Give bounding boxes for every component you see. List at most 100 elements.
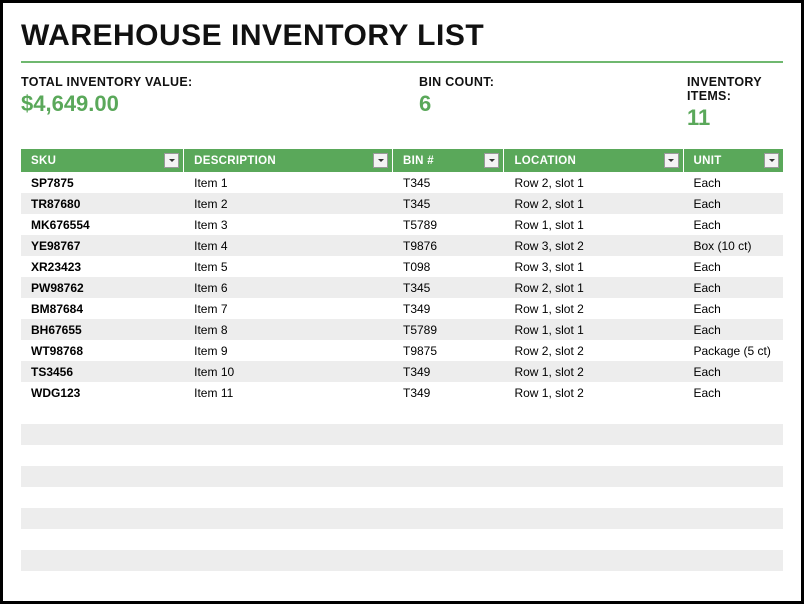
cell-unit: Package (5 ct) — [683, 340, 783, 361]
cell-bin: T5789 — [393, 319, 504, 340]
table-row[interactable]: BM87684Item 7T349Row 1, slot 2Each — [21, 298, 783, 319]
empty-cell — [184, 424, 393, 445]
empty-cell — [504, 550, 683, 571]
title-divider — [21, 61, 783, 63]
cell-sku: XR23423 — [21, 256, 184, 277]
empty-row — [21, 445, 783, 466]
cell-sku: TR87680 — [21, 193, 184, 214]
cell-unit: Each — [683, 214, 783, 235]
cell-unit: Each — [683, 382, 783, 403]
cell-sku: WT98768 — [21, 340, 184, 361]
empty-cell — [184, 529, 393, 550]
table-row[interactable]: WDG123Item 11T349Row 1, slot 2Each — [21, 382, 783, 403]
header-sku-label: SKU — [31, 155, 56, 167]
summary-bin-label: BIN COUNT: — [419, 75, 687, 89]
empty-cell — [683, 445, 783, 466]
cell-unit: Each — [683, 172, 783, 193]
cell-description: Item 8 — [184, 319, 393, 340]
cell-location: Row 1, slot 1 — [504, 214, 683, 235]
empty-cell — [683, 550, 783, 571]
table-row[interactable]: BH67655Item 8T5789Row 1, slot 1Each — [21, 319, 783, 340]
empty-cell — [504, 571, 683, 592]
empty-row — [21, 466, 783, 487]
cell-description: Item 11 — [184, 382, 393, 403]
cell-sku: SP7875 — [21, 172, 184, 193]
summary-bin-value: 6 — [419, 91, 687, 117]
cell-description: Item 3 — [184, 214, 393, 235]
empty-cell — [184, 445, 393, 466]
filter-dropdown-icon[interactable] — [764, 153, 779, 168]
filter-dropdown-icon[interactable] — [373, 153, 388, 168]
cell-sku: TS3456 — [21, 361, 184, 382]
table-row[interactable]: SP7875Item 1T345Row 2, slot 1Each — [21, 172, 783, 193]
cell-location: Row 1, slot 2 — [504, 298, 683, 319]
empty-cell — [393, 445, 504, 466]
table-row[interactable]: TR87680Item 2T345Row 2, slot 1Each — [21, 193, 783, 214]
cell-unit: Each — [683, 361, 783, 382]
inventory-table: SKU DESCRIPTION BIN # LOCATION UNIT SP78… — [21, 149, 783, 592]
empty-row — [21, 529, 783, 550]
cell-location: Row 2, slot 1 — [504, 193, 683, 214]
summary-items: INVENTORY ITEMS: 11 — [687, 75, 783, 131]
summary-bin: BIN COUNT: 6 — [419, 75, 687, 131]
summary-total-label: TOTAL INVENTORY VALUE: — [21, 75, 419, 89]
empty-cell — [21, 571, 184, 592]
empty-cell — [21, 529, 184, 550]
table-row[interactable]: MK676554Item 3T5789Row 1, slot 1Each — [21, 214, 783, 235]
cell-description: Item 9 — [184, 340, 393, 361]
header-unit: UNIT — [684, 149, 784, 172]
table-row[interactable]: YE98767Item 4T9876Row 3, slot 2Box (10 c… — [21, 235, 783, 256]
empty-row — [21, 550, 783, 571]
cell-bin: T349 — [393, 361, 504, 382]
cell-location: Row 1, slot 1 — [504, 319, 683, 340]
cell-location: Row 3, slot 1 — [504, 256, 683, 277]
empty-cell — [21, 508, 184, 529]
cell-description: Item 2 — [184, 193, 393, 214]
cell-unit: Each — [683, 319, 783, 340]
empty-cell — [683, 571, 783, 592]
empty-cell — [184, 550, 393, 571]
cell-bin: T5789 — [393, 214, 504, 235]
filter-dropdown-icon[interactable] — [664, 153, 679, 168]
empty-cell — [683, 529, 783, 550]
table-row[interactable]: XR23423Item 5T098Row 3, slot 1Each — [21, 256, 783, 277]
summary-total-value: $4,649.00 — [21, 91, 419, 117]
empty-cell — [683, 466, 783, 487]
empty-cell — [683, 424, 783, 445]
empty-row — [21, 424, 783, 445]
cell-description: Item 7 — [184, 298, 393, 319]
empty-cell — [184, 571, 393, 592]
empty-row — [21, 487, 783, 508]
empty-cell — [393, 550, 504, 571]
empty-cell — [393, 466, 504, 487]
empty-cell — [21, 550, 184, 571]
empty-row — [21, 508, 783, 529]
header-unit-label: UNIT — [694, 155, 722, 167]
cell-unit: Each — [683, 277, 783, 298]
header-sku: SKU — [21, 149, 184, 172]
empty-cell — [504, 508, 683, 529]
summary-items-label: INVENTORY ITEMS: — [687, 75, 783, 103]
empty-cell — [504, 466, 683, 487]
header-bin: BIN # — [393, 149, 504, 172]
table-row[interactable]: WT98768Item 9T9875Row 2, slot 2Package (… — [21, 340, 783, 361]
table-row[interactable]: TS3456Item 10T349Row 1, slot 2Each — [21, 361, 783, 382]
filter-dropdown-icon[interactable] — [164, 153, 179, 168]
table-row[interactable]: PW98762Item 6T345Row 2, slot 1Each — [21, 277, 783, 298]
cell-description: Item 1 — [184, 172, 393, 193]
empty-cell — [184, 487, 393, 508]
empty-cell — [504, 529, 683, 550]
cell-sku: PW98762 — [21, 277, 184, 298]
filter-dropdown-icon[interactable] — [484, 153, 499, 168]
empty-cell — [21, 445, 184, 466]
cell-unit: Each — [683, 256, 783, 277]
summary-items-value: 11 — [687, 105, 783, 131]
empty-cell — [393, 571, 504, 592]
empty-row — [21, 571, 783, 592]
cell-sku: BH67655 — [21, 319, 184, 340]
cell-bin: T345 — [393, 277, 504, 298]
summary-bar: TOTAL INVENTORY VALUE: $4,649.00 BIN COU… — [21, 75, 783, 149]
empty-cell — [393, 424, 504, 445]
empty-cell — [21, 466, 184, 487]
header-location: LOCATION — [504, 149, 683, 172]
